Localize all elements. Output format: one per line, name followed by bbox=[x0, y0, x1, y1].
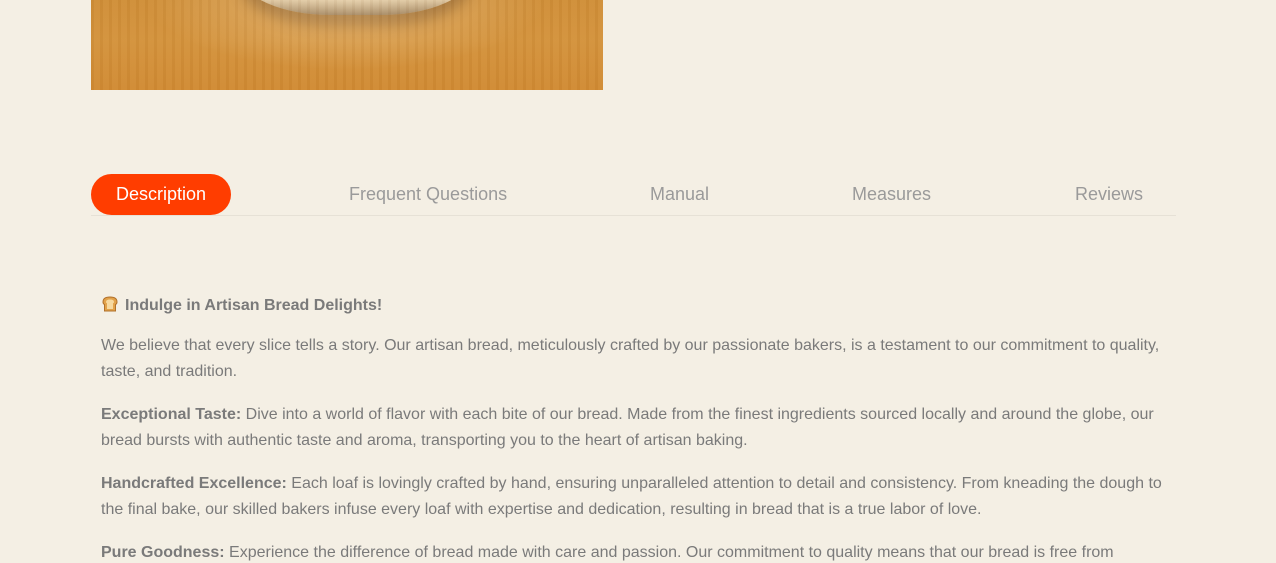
product-page: Description Frequent Questions Manual Me… bbox=[0, 0, 1276, 563]
feature-title: Exceptional Taste: bbox=[101, 406, 242, 423]
description-heading: Indulge in Artisan Bread Delights! bbox=[101, 295, 1176, 317]
wood-grain-texture bbox=[91, 0, 603, 90]
tab-measures[interactable]: Measures bbox=[852, 174, 931, 215]
bread-icon bbox=[102, 296, 118, 312]
description-intro: We believe that every slice tells a stor… bbox=[101, 337, 1160, 380]
tab-frequent-questions[interactable]: Frequent Questions bbox=[349, 174, 507, 215]
feature-exceptional-taste: Exceptional Taste: Dive into a world of … bbox=[101, 402, 1176, 454]
product-image[interactable] bbox=[91, 0, 603, 90]
tab-reviews[interactable]: Reviews bbox=[1075, 174, 1143, 215]
feature-text: Dive into a world of flavor with each bi… bbox=[101, 406, 1154, 449]
feature-title: Handcrafted Excellence: bbox=[101, 475, 287, 492]
tab-manual[interactable]: Manual bbox=[650, 174, 709, 215]
product-tabs: Description Frequent Questions Manual Me… bbox=[91, 174, 1176, 216]
feature-pure-goodness: Pure Goodness: Experience the difference… bbox=[101, 540, 1176, 563]
feature-text: Experience the difference of bread made … bbox=[224, 544, 1114, 561]
tab-description[interactable]: Description bbox=[91, 174, 232, 215]
feature-title: Pure Goodness: bbox=[101, 544, 225, 561]
feature-handcrafted-excellence: Handcrafted Excellence: Each loaf is lov… bbox=[101, 471, 1176, 523]
description-heading-text: Indulge in Artisan Bread Delights! bbox=[125, 297, 383, 314]
description-panel: Indulge in Artisan Bread Delights! We be… bbox=[101, 295, 1176, 563]
